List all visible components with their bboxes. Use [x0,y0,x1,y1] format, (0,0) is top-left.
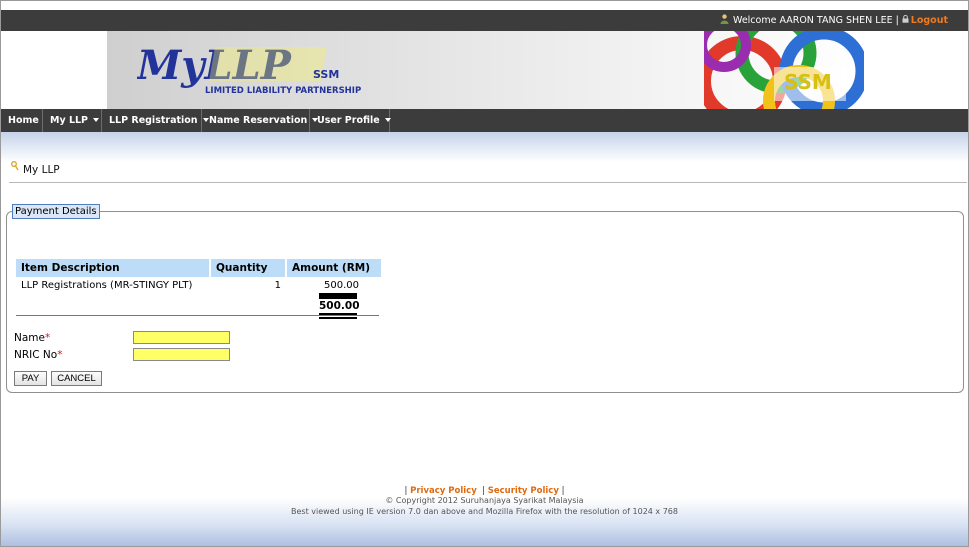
table-divider [16,315,379,316]
name-label: Name* [14,332,50,344]
myllp-logo: MyLLP SSM LIMITED LIABILITY PARTNERSHIP [137,42,361,96]
column-header-item-description: Item Description [16,259,211,277]
page: Welcome AARON TANG SHEN LEE | Logout MyLL… [0,0,969,547]
column-header-amount: Amount (RM) [286,259,381,277]
column-header-quantity: Quantity [210,259,287,277]
payment-items-table: Item Description Quantity Amount (RM) LL… [16,259,381,291]
security-policy-link[interactable]: Security Policy [488,486,559,496]
nav-my-llp[interactable]: My LLP [43,109,102,132]
payment-details-legend: Payment Details [12,204,100,219]
chevron-down-icon [384,118,391,122]
nav-user-profile[interactable]: User Profile [310,109,391,132]
nav-llp-registration-label: LLP Registration [109,115,198,126]
table-header-row: Item Description Quantity Amount (RM) [16,259,381,277]
total-amount: 500.00 [319,300,360,312]
quantity-cell: 1 [274,280,281,291]
breadcrumb-label: My LLP [23,164,60,176]
name-label-text: Name [14,332,45,344]
main-nav: Home My LLP LLP Registration Name Reserv… [1,109,968,132]
logout-link[interactable]: Logout [911,15,948,26]
required-mark: * [57,349,63,361]
nav-name-reservation[interactable]: Name Reservation [202,109,319,132]
nav-user-profile-label: User Profile [317,115,380,126]
nric-input[interactable] [133,348,230,361]
copyright-text: © Copyright 2012 Suruhanjaya Syarikat Ma… [385,496,584,505]
footer: | Privacy Policy | Security Policy | © C… [1,486,968,516]
breadcrumb: My LLP [11,161,60,176]
required-mark: * [44,332,51,344]
user-icon [720,14,729,24]
cancel-button[interactable]: CANCEL [51,371,102,386]
logo-ssm-mark: SSM [313,68,339,81]
banner: MyLLP SSM LIMITED LIABILITY PARTNERSHIP … [107,31,864,109]
table-row: LLP Registrations (MR-STINGY PLT) 1 500.… [16,277,381,291]
nav-home[interactable]: Home [1,109,43,132]
chevron-down-icon [93,118,100,122]
top-bar: Welcome AARON TANG SHEN LEE | Logout [1,10,968,31]
pay-button[interactable]: PAY [14,371,47,386]
nav-my-llp-label: My LLP [50,115,89,126]
key-icon [11,161,19,171]
name-input[interactable] [133,331,230,344]
nric-label-text: NRIC No [14,349,58,361]
nav-name-reservation-label: Name Reservation [209,115,308,126]
footer-links: | Privacy Policy | Security Policy | [404,486,565,496]
ssm-rings-graphic: SSM [704,31,864,109]
nav-shade [1,132,968,162]
nric-label: NRIC No* [14,349,62,361]
header-separator: | [895,15,899,26]
best-viewed-text: Best viewed using IE version 7.0 dan abo… [291,507,678,516]
welcome-text: Welcome AARON TANG SHEN LEE [732,15,893,26]
item-description-cell: LLP Registrations (MR-STINGY PLT) [21,280,193,291]
nav-llp-registration[interactable]: LLP Registration [102,109,209,132]
privacy-policy-link[interactable]: Privacy Policy [410,486,477,496]
payment-details-fieldset [6,211,964,393]
total-rule [319,293,357,299]
divider [9,182,967,183]
nav-home-label: Home [8,115,39,126]
welcome-area: Welcome AARON TANG SHEN LEE | Logout [720,14,948,26]
logout-icon [902,15,909,23]
total-double-rule [319,313,357,319]
logo-tagline: LIMITED LIABILITY PARTNERSHIP [205,86,361,96]
amount-cell: 500.00 [324,280,359,291]
ssm-logo-text: SSM [784,70,832,94]
